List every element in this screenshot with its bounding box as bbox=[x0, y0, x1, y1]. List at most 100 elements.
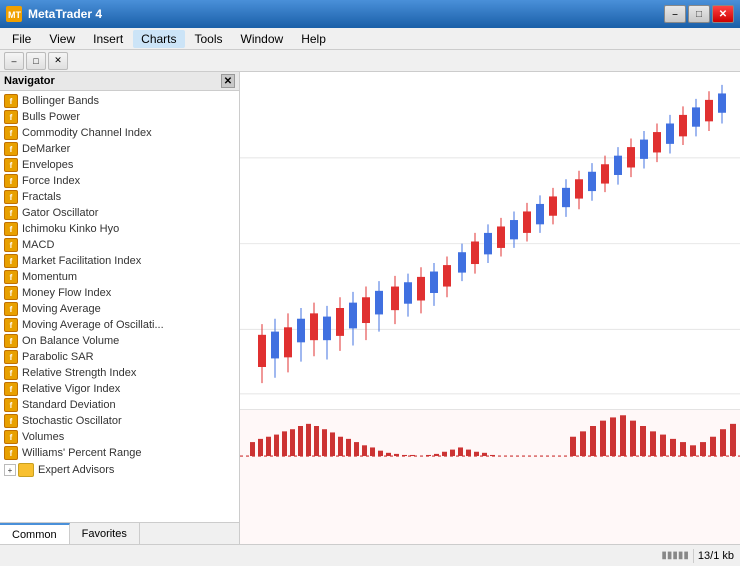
nav-item-rsi[interactable]: f Relative Strength Index bbox=[0, 365, 239, 381]
menu-charts[interactable]: Charts bbox=[133, 30, 184, 48]
indicator-icon: f bbox=[4, 430, 18, 444]
menu-file[interactable]: File bbox=[4, 30, 39, 48]
nav-item-bollinger-bands[interactable]: f Bollinger Bands bbox=[0, 93, 239, 109]
close-button[interactable]: ✕ bbox=[712, 5, 734, 23]
nav-item-ichimoku[interactable]: f Ichimoku Kinko Hyo bbox=[0, 221, 239, 237]
nav-label: Market Facilitation Index bbox=[22, 255, 141, 267]
nav-item-volumes[interactable]: f Volumes bbox=[0, 429, 239, 445]
nav-label: Parabolic SAR bbox=[22, 351, 94, 363]
svg-text:MT: MT bbox=[8, 10, 21, 20]
nav-label: DeMarker bbox=[22, 143, 70, 155]
nav-item-moving-average[interactable]: f Moving Average bbox=[0, 301, 239, 317]
nav-item-envelopes[interactable]: f Envelopes bbox=[0, 157, 239, 173]
window-title: MetaTrader 4 bbox=[28, 7, 664, 21]
menu-tools[interactable]: Tools bbox=[187, 30, 231, 48]
nav-label: Moving Average bbox=[22, 303, 101, 315]
toolbar-restore-button[interactable]: □ bbox=[26, 52, 46, 70]
navigator-close-button[interactable]: ✕ bbox=[221, 74, 235, 88]
nav-item-market-facilitation[interactable]: f Market Facilitation Index bbox=[0, 253, 239, 269]
tab-favorites[interactable]: Favorites bbox=[70, 523, 140, 544]
menu-help[interactable]: Help bbox=[293, 30, 334, 48]
nav-item-ma-oscillator[interactable]: f Moving Average of Oscillati... bbox=[0, 317, 239, 333]
nav-label: Money Flow Index bbox=[22, 287, 111, 299]
indicator-icon: f bbox=[4, 350, 18, 364]
nav-label: Standard Deviation bbox=[22, 399, 116, 411]
tree-expand-icon: + bbox=[4, 464, 16, 476]
nav-label: Momentum bbox=[22, 271, 77, 283]
toolbar-secondary: – □ ✕ bbox=[0, 50, 740, 72]
menu-bar: File View Insert Charts Tools Window Hel… bbox=[0, 28, 740, 50]
menu-view[interactable]: View bbox=[41, 30, 83, 48]
nav-label: Moving Average of Oscillati... bbox=[22, 319, 164, 331]
indicator-icon: f bbox=[4, 238, 18, 252]
nav-item-cci[interactable]: f Commodity Channel Index bbox=[0, 125, 239, 141]
folder-icon bbox=[18, 463, 34, 477]
nav-item-momentum[interactable]: f Momentum bbox=[0, 269, 239, 285]
navigator-panel: Navigator ✕ f Bollinger Bands f Bulls Po… bbox=[0, 72, 240, 544]
indicator-icon: f bbox=[4, 174, 18, 188]
nav-label: MACD bbox=[22, 239, 54, 251]
indicator-icon: f bbox=[4, 94, 18, 108]
indicator-icon: f bbox=[4, 206, 18, 220]
indicator-icon: f bbox=[4, 110, 18, 124]
nav-label: Bulls Power bbox=[22, 111, 80, 123]
indicator-icon: f bbox=[4, 446, 18, 460]
nav-label: Envelopes bbox=[22, 159, 73, 171]
nav-item-rvi[interactable]: f Relative Vigor Index bbox=[0, 381, 239, 397]
nav-item-obv[interactable]: f On Balance Volume bbox=[0, 333, 239, 349]
nav-label: Williams' Percent Range bbox=[22, 447, 141, 459]
nav-item-money-flow[interactable]: f Money Flow Index bbox=[0, 285, 239, 301]
window-controls: – □ ✕ bbox=[664, 5, 734, 23]
nav-item-std-dev[interactable]: f Standard Deviation bbox=[0, 397, 239, 413]
tab-common[interactable]: Common bbox=[0, 523, 70, 544]
maximize-button[interactable]: □ bbox=[688, 5, 710, 23]
nav-item-williams[interactable]: f Williams' Percent Range bbox=[0, 445, 239, 461]
nav-item-gator[interactable]: f Gator Oscillator bbox=[0, 205, 239, 221]
nav-label: Commodity Channel Index bbox=[22, 127, 152, 139]
nav-item-parabolic-sar[interactable]: f Parabolic SAR bbox=[0, 349, 239, 365]
indicator-icon: f bbox=[4, 318, 18, 332]
menu-insert[interactable]: Insert bbox=[85, 30, 131, 48]
main-area: Navigator ✕ f Bollinger Bands f Bulls Po… bbox=[0, 72, 740, 544]
nav-label: Stochastic Oscillator bbox=[22, 415, 122, 427]
status-left bbox=[6, 550, 9, 562]
indicator-icon: f bbox=[4, 334, 18, 348]
nav-item-fractals[interactable]: f Fractals bbox=[0, 189, 239, 205]
nav-item-demarker[interactable]: f DeMarker bbox=[0, 141, 239, 157]
nav-item-bulls-power[interactable]: f Bulls Power bbox=[0, 109, 239, 125]
nav-label: Force Index bbox=[22, 175, 80, 187]
navigator-list[interactable]: f Bollinger Bands f Bulls Power f Commod… bbox=[0, 91, 239, 522]
nav-label: Volumes bbox=[22, 431, 64, 443]
indicator-icon: f bbox=[4, 126, 18, 140]
title-bar: MT MetaTrader 4 – □ ✕ bbox=[0, 0, 740, 28]
chart-svg bbox=[240, 72, 740, 544]
navigator-tabs: Common Favorites bbox=[0, 522, 239, 544]
indicator-icon: f bbox=[4, 254, 18, 268]
indicator-icon: f bbox=[4, 302, 18, 316]
status-right: ▮▮▮▮▮ 13/1 kb bbox=[661, 549, 734, 563]
indicator-icon: f bbox=[4, 366, 18, 380]
navigator-header: Navigator ✕ bbox=[0, 72, 239, 91]
toolbar-close-button[interactable]: ✕ bbox=[48, 52, 68, 70]
indicator-icon: f bbox=[4, 190, 18, 204]
toolbar-minimize-button[interactable]: – bbox=[4, 52, 24, 70]
indicator-icon: f bbox=[4, 270, 18, 284]
nav-label: Relative Strength Index bbox=[22, 367, 136, 379]
indicator-icon: f bbox=[4, 398, 18, 412]
nav-label: Relative Vigor Index bbox=[22, 383, 120, 395]
nav-label: Gator Oscillator bbox=[22, 207, 98, 219]
chart-area[interactable] bbox=[240, 72, 740, 544]
nav-label: Fractals bbox=[22, 191, 61, 203]
indicator-icon: f bbox=[4, 222, 18, 236]
nav-item-macd[interactable]: f MACD bbox=[0, 237, 239, 253]
nav-item-stochastic[interactable]: f Stochastic Oscillator bbox=[0, 413, 239, 429]
status-bar: ▮▮▮▮▮ 13/1 kb bbox=[0, 544, 740, 566]
indicator-icon: f bbox=[4, 382, 18, 396]
nav-folder-expert-advisors[interactable]: + Expert Advisors bbox=[0, 461, 239, 479]
nav-item-force-index[interactable]: f Force Index bbox=[0, 173, 239, 189]
status-info: 13/1 kb bbox=[698, 550, 734, 562]
menu-window[interactable]: Window bbox=[233, 30, 292, 48]
nav-label: On Balance Volume bbox=[22, 335, 119, 347]
nav-label: Ichimoku Kinko Hyo bbox=[22, 223, 119, 235]
minimize-button[interactable]: – bbox=[664, 5, 686, 23]
